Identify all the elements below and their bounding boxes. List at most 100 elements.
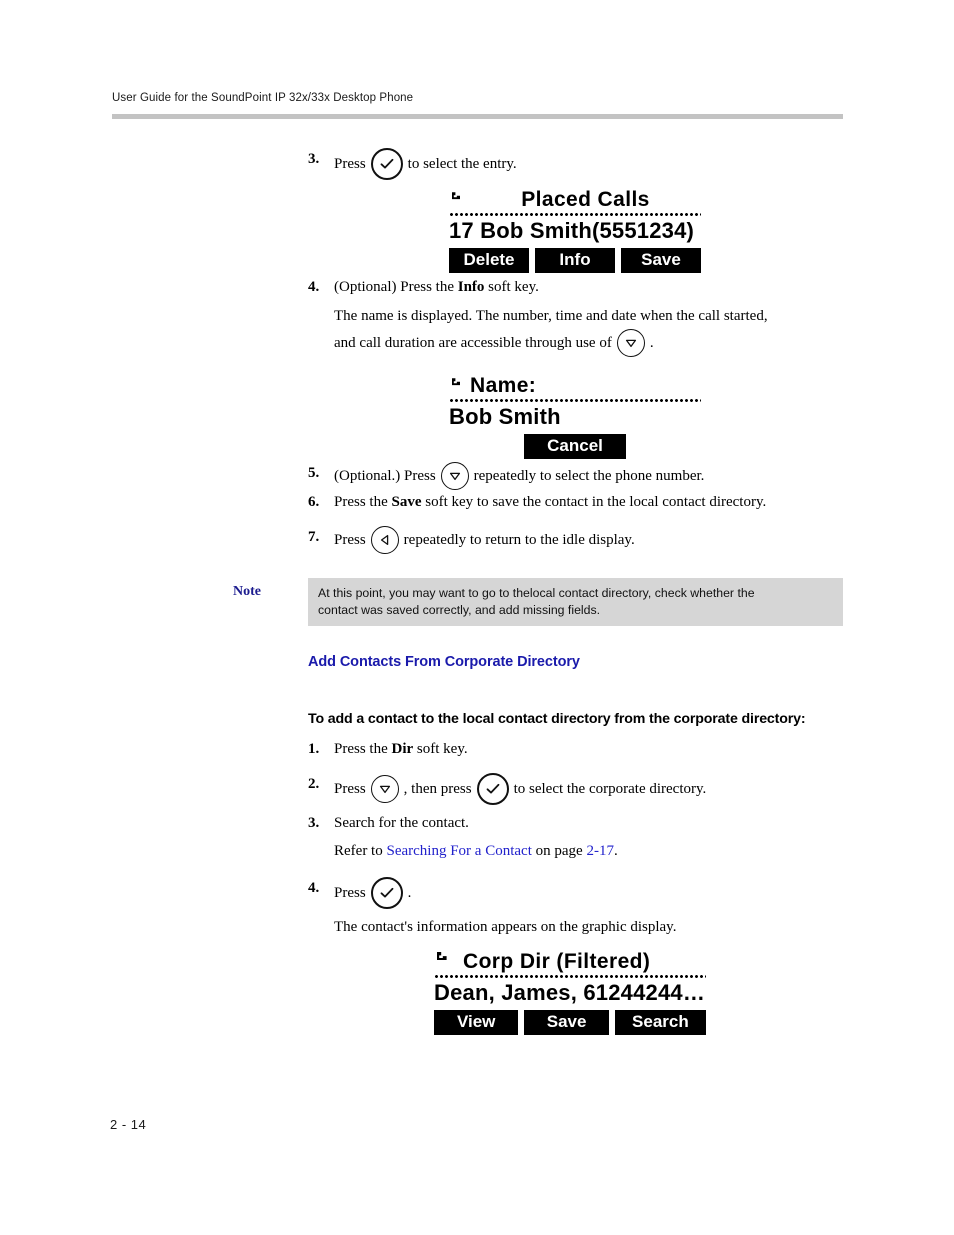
section-heading: Add Contacts From Corporate Directory: [308, 654, 580, 670]
step-text-post: to select the corporate directory.: [513, 781, 707, 797]
softkey-save[interactable]: Save: [621, 248, 701, 273]
step-item-3: 3. Press to select the entry.: [308, 148, 517, 180]
step-text-pre: Search for the contact.: [334, 815, 469, 831]
step-item-4: 4. (Optional) Press the Info soft key.: [308, 276, 539, 298]
lcd-title: Name:: [470, 374, 537, 397]
xref-pre: Refer to: [334, 843, 383, 859]
step-text-post: .: [407, 885, 412, 901]
lcd-screen-corp-dir: Corp Dir (Filtered) Dean, James, 6124424…: [434, 948, 706, 1035]
step-number: 4.: [308, 279, 320, 295]
lcd-softkey-row: Delete Info Save: [449, 248, 701, 273]
step-number: 5.: [308, 465, 320, 481]
step-number: 3.: [308, 815, 320, 831]
step-4-result-text: The contact's information appears on the…: [334, 919, 677, 935]
step-text: Search for the contact.: [334, 812, 469, 834]
step-text-bold: Save: [391, 494, 422, 510]
lcd-title-row: Name:: [449, 372, 701, 396]
step-text: Press , then press to select the corpora…: [334, 773, 706, 805]
softkey-view[interactable]: View: [434, 1010, 519, 1035]
select-check-key-icon: [370, 877, 403, 909]
step-item-7: 7. Press repeatedly to return to the idl…: [308, 526, 635, 554]
lcd-title: Placed Calls: [521, 188, 650, 211]
step-number: 1.: [308, 741, 320, 757]
handset-icon: [449, 189, 466, 210]
lcd-softkey-row: Cancel: [449, 434, 701, 459]
step-4-description: The name is displayed. The number, time …: [334, 303, 854, 329]
step-text-pre: (Optional.) Press: [334, 468, 436, 484]
handset-icon: [449, 375, 466, 396]
softkey-search[interactable]: Search: [614, 1010, 706, 1035]
lcd-screen-name-detail: Name: Bob Smith Cancel: [449, 372, 701, 459]
description-line-1: The name is displayed. The number, time …: [334, 308, 768, 324]
softkey-delete[interactable]: Delete: [449, 248, 529, 273]
note-box: At this point, you may want to go to the…: [308, 578, 843, 626]
step-number: 2.: [308, 776, 320, 792]
description-line-2-post: .: [649, 335, 654, 351]
step-text-pre: Press: [334, 781, 366, 797]
step-number: 6.: [308, 494, 320, 510]
header-rule: [112, 114, 843, 119]
step-text: (Optional) Press the Info soft key.: [334, 276, 539, 298]
xref-link-page-number[interactable]: 2-17: [586, 840, 614, 862]
step-text-bold: Info: [457, 279, 485, 295]
select-check-key-icon: [476, 773, 509, 805]
step-item-6: 6. Press the Save soft key to save the c…: [308, 491, 766, 513]
step-text-post: repeatedly to select the phone number.: [473, 468, 705, 484]
description-line-2-pre: and call duration are accessible through…: [334, 335, 612, 351]
step-text-pre: Press: [334, 156, 366, 172]
lcd-screen-placed-calls: Placed Calls 17 Bob Smith(5551234) Delet…: [449, 186, 701, 273]
step-text-post: repeatedly to return to the idle display…: [403, 532, 635, 548]
step-item-4-press: 4. Press .: [308, 877, 411, 909]
cross-reference-line: Refer to Searching For a Contact on page…: [334, 840, 618, 862]
step-text: Press the Save soft key to save the cont…: [334, 491, 766, 513]
note-text-line-1: At this point, you may want to go to the…: [318, 586, 755, 600]
step-text-mid: , then press: [403, 781, 472, 797]
note-text-line-2: contact was saved correctly, and add mis…: [318, 602, 601, 617]
down-arrow-key-icon: [616, 329, 645, 357]
running-header: User Guide for the SoundPoint IP 32x/33x…: [112, 92, 414, 104]
step-number: 3.: [308, 151, 320, 167]
step-text-pre: (Optional) Press the: [334, 279, 454, 295]
step-text: Press to select the entry.: [334, 148, 517, 180]
step-text: Press the Dir soft key.: [334, 738, 468, 760]
step-text-pre: Press the: [334, 494, 388, 510]
step-text-bold: Dir: [391, 741, 414, 757]
xref-link-searching-for-a-contact[interactable]: Searching For a Contact: [386, 840, 531, 862]
section-intro-line: To add a contact to the local contact di…: [308, 711, 806, 727]
lcd-separator: [449, 399, 701, 402]
step-text-post: to select the entry.: [407, 156, 517, 172]
lcd-entry-line: Bob Smith: [449, 404, 561, 429]
select-check-key-icon: [370, 148, 403, 180]
softkey-info[interactable]: Info: [535, 248, 615, 273]
step-number: 7.: [308, 529, 320, 545]
softkey-cancel[interactable]: Cancel: [524, 434, 626, 459]
lcd-separator: [449, 213, 701, 216]
step-text-pre: Press: [334, 532, 366, 548]
step-text: Press .: [334, 877, 411, 909]
step-text-pre: Press the: [334, 741, 388, 757]
step-text-post: soft key.: [488, 279, 539, 295]
left-arrow-key-icon: [370, 526, 399, 554]
lcd-title-row: Placed Calls: [449, 186, 701, 210]
step-text-pre: Press: [334, 885, 366, 901]
step-4-description-line-2: and call duration are accessible through…: [334, 329, 654, 357]
page-number-footer: 2 - 14: [110, 1117, 147, 1132]
lcd-entry-line: 17 Bob Smith(5551234): [449, 218, 695, 243]
step-text-post: soft key.: [416, 741, 468, 757]
step-text: Press repeatedly to return to the idle d…: [334, 526, 635, 554]
step-text-post: soft key to save the contact in the loca…: [425, 494, 767, 510]
step-item-3-search: 3. Search for the contact.: [308, 812, 469, 834]
lcd-title: Corp Dir (Filtered): [463, 950, 651, 973]
lcd-entry-line: Dean, James, 61244244…: [434, 980, 706, 1005]
note-label: Note: [233, 584, 261, 599]
xref-post: .: [613, 843, 618, 859]
handset-icon: [434, 949, 453, 972]
softkey-save[interactable]: Save: [524, 1010, 609, 1035]
lcd-title-row: Corp Dir (Filtered): [434, 948, 706, 972]
step-item-1: 1. Press the Dir soft key.: [308, 738, 468, 760]
lcd-softkey-row: View Save Search: [434, 1010, 706, 1035]
step-text: (Optional.) Press repeatedly to select t…: [334, 462, 704, 490]
down-arrow-key-icon: [440, 462, 469, 490]
down-arrow-key-icon: [370, 775, 399, 803]
lcd-separator: [434, 975, 706, 978]
